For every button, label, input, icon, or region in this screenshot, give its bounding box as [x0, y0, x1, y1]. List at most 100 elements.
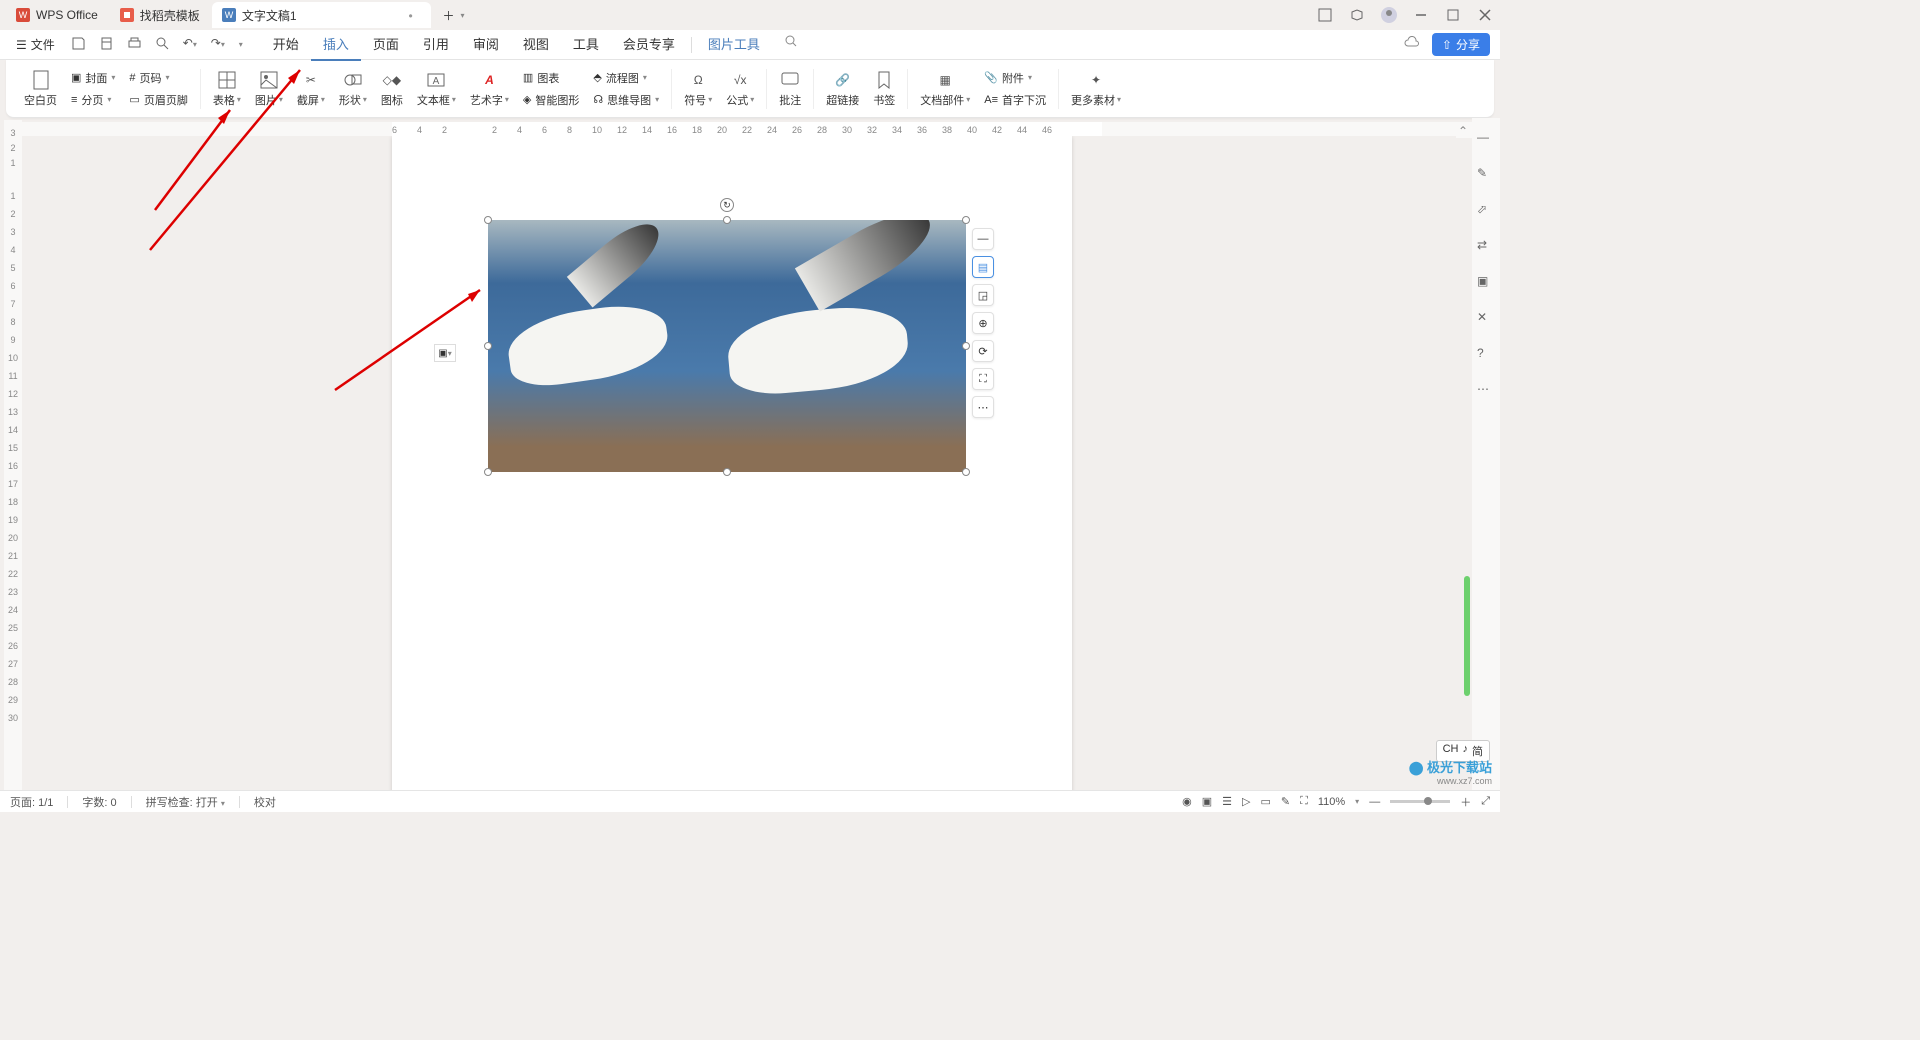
cloud-icon[interactable]	[1404, 36, 1422, 54]
picture-button[interactable]: 图片▾	[251, 68, 287, 110]
web-view-icon[interactable]: ▭	[1261, 795, 1271, 808]
page-view-icon[interactable]: ▣	[1202, 795, 1212, 808]
reset-tool-icon[interactable]: ⛶	[972, 368, 994, 390]
resize-handle-e[interactable]	[962, 342, 970, 350]
zoom-in-button[interactable]: ＋	[1460, 794, 1471, 810]
collapse-tool-icon[interactable]: —	[972, 228, 994, 250]
blank-page-button[interactable]: 空白页	[20, 68, 61, 110]
save-icon[interactable]	[71, 36, 89, 54]
print-preview-icon[interactable]	[99, 36, 117, 54]
resize-handle-w[interactable]	[484, 342, 492, 350]
image-panel-icon[interactable]: ▣	[1477, 274, 1495, 292]
scroll-thumb[interactable]	[1464, 576, 1470, 696]
close-tab-icon[interactable]: •	[409, 9, 421, 21]
tab-insert[interactable]: 插入	[311, 28, 361, 61]
attachment-button[interactable]: 📎附件▾	[980, 68, 1050, 88]
layout-options-button[interactable]: ▣▾	[434, 344, 456, 362]
eye-icon[interactable]: ◉	[1182, 795, 1192, 808]
tab-document[interactable]: W 文字文稿1 •	[212, 2, 431, 28]
focus-icon[interactable]: ✎	[1281, 795, 1290, 808]
crop-tool-icon[interactable]: ◲	[972, 284, 994, 306]
vertical-scrollbar[interactable]	[1460, 136, 1470, 790]
screenshot-button[interactable]: ✂截屏▾	[293, 68, 329, 110]
box-icon[interactable]	[1348, 6, 1366, 24]
redo-icon[interactable]: ↷▾	[211, 36, 229, 54]
avatar-icon[interactable]	[1380, 6, 1398, 24]
resize-handle-ne[interactable]	[962, 216, 970, 224]
flowchart-button[interactable]: ⬘流程图▾	[589, 68, 663, 88]
status-words[interactable]: 字数: 0	[82, 794, 116, 810]
qat-more-icon[interactable]: ▾	[239, 40, 243, 49]
share-button[interactable]: ⇧ 分享	[1432, 33, 1490, 56]
zoom-slider[interactable]	[1390, 800, 1450, 803]
tools-icon[interactable]: ✕	[1477, 310, 1495, 328]
zoom-tool-icon[interactable]: ⊕	[972, 312, 994, 334]
zoom-out-button[interactable]: —	[1369, 796, 1380, 808]
more-panel-icon[interactable]: ⋯	[1477, 382, 1495, 400]
section-button[interactable]: ≡分页▾	[67, 90, 119, 110]
bookmark-button[interactable]: 书签	[869, 68, 899, 110]
tab-app[interactable]: W WPS Office	[6, 2, 108, 28]
settings-icon[interactable]: ⇄	[1477, 238, 1495, 256]
tab-review[interactable]: 审阅	[461, 28, 511, 61]
shape-button[interactable]: 形状▾	[335, 68, 371, 110]
status-proof[interactable]: 校对	[254, 794, 276, 810]
status-page[interactable]: 页面: 1/1	[10, 794, 53, 810]
compact-mode-icon[interactable]	[1316, 6, 1334, 24]
tab-member[interactable]: 会员专享	[611, 28, 687, 61]
tab-view[interactable]: 视图	[511, 28, 561, 61]
resize-handle-nw[interactable]	[484, 216, 492, 224]
tab-templates[interactable]: 找稻壳模板	[110, 2, 210, 28]
document-canvas[interactable]: ↻ ▣▾ — ▤ ◲ ⊕ ⟳ ⛶ ⋯	[22, 136, 1456, 790]
status-spellcheck[interactable]: 拼写检查: 打开 ▾	[146, 794, 225, 810]
smartart-button[interactable]: ◈智能图形	[519, 90, 583, 110]
help-icon[interactable]: ?	[1477, 346, 1495, 364]
wrap-tool-icon[interactable]: ▤	[972, 256, 994, 278]
textbox-button[interactable]: A文本框▾	[413, 68, 460, 110]
select-icon[interactable]: ⬀	[1477, 202, 1495, 220]
zoom-value[interactable]: 110%	[1318, 796, 1345, 808]
tab-page[interactable]: 页面	[361, 28, 411, 61]
header-footer-button[interactable]: ▭页眉页脚	[125, 90, 191, 110]
undo-icon[interactable]: ↶▾	[183, 36, 201, 54]
mindmap-button[interactable]: ☊思维导图▾	[589, 90, 663, 110]
tab-start[interactable]: 开始	[261, 28, 311, 61]
chart-button[interactable]: ▥图表	[519, 68, 583, 88]
close-window-button[interactable]	[1476, 6, 1494, 24]
file-menu[interactable]: ☰ 文件	[10, 34, 61, 55]
fit-icon[interactable]: ⛶	[1300, 795, 1308, 808]
tab-picture-tools[interactable]: 图片工具	[696, 28, 772, 61]
resize-handle-sw[interactable]	[484, 468, 492, 476]
resize-handle-n[interactable]	[723, 216, 731, 224]
tab-reference[interactable]: 引用	[411, 28, 461, 61]
symbol-button[interactable]: Ω符号▾	[680, 68, 716, 110]
read-view-icon[interactable]: ▷	[1242, 795, 1250, 808]
fullscreen-icon[interactable]: ⤢	[1481, 795, 1490, 808]
search-menu[interactable]	[772, 28, 810, 61]
icon-button[interactable]: ◇◆图标	[377, 68, 407, 110]
wordart-button[interactable]: A艺术字▾	[466, 68, 513, 110]
tab-dropdown-icon[interactable]: ▾	[461, 11, 465, 20]
comment-button[interactable]: 批注	[775, 68, 805, 110]
equation-button[interactable]: √x公式▾	[722, 68, 758, 110]
maximize-button[interactable]	[1444, 6, 1462, 24]
resize-handle-s[interactable]	[723, 468, 731, 476]
rotate-handle[interactable]: ↻	[720, 198, 734, 212]
ruler-vertical[interactable]: 3211234567891011121314151617181920212223…	[4, 120, 22, 790]
hyperlink-button[interactable]: 🔗超链接	[822, 68, 863, 110]
table-button[interactable]: 表格▾	[209, 68, 245, 110]
more-materials-button[interactable]: ✦更多素材▾	[1067, 68, 1125, 110]
doc-parts-button[interactable]: ▦文档部件▾	[916, 68, 974, 110]
preview-icon[interactable]	[155, 36, 173, 54]
new-tab-button[interactable]: ＋	[437, 3, 461, 27]
dropcap-button[interactable]: A≡首字下沉	[980, 90, 1050, 110]
minus-zoom-icon[interactable]: —	[1477, 130, 1495, 148]
page-number-button[interactable]: #页码▾	[125, 68, 191, 88]
outline-view-icon[interactable]: ☰	[1222, 795, 1232, 808]
selected-image[interactable]: ↻ ▣▾ — ▤ ◲ ⊕ ⟳ ⛶ ⋯	[488, 220, 966, 472]
more-tool-icon[interactable]: ⋯	[972, 396, 994, 418]
rotate-tool-icon[interactable]: ⟳	[972, 340, 994, 362]
minimize-button[interactable]	[1412, 6, 1430, 24]
print-icon[interactable]	[127, 36, 145, 54]
pencil-icon[interactable]: ✎	[1477, 166, 1495, 184]
